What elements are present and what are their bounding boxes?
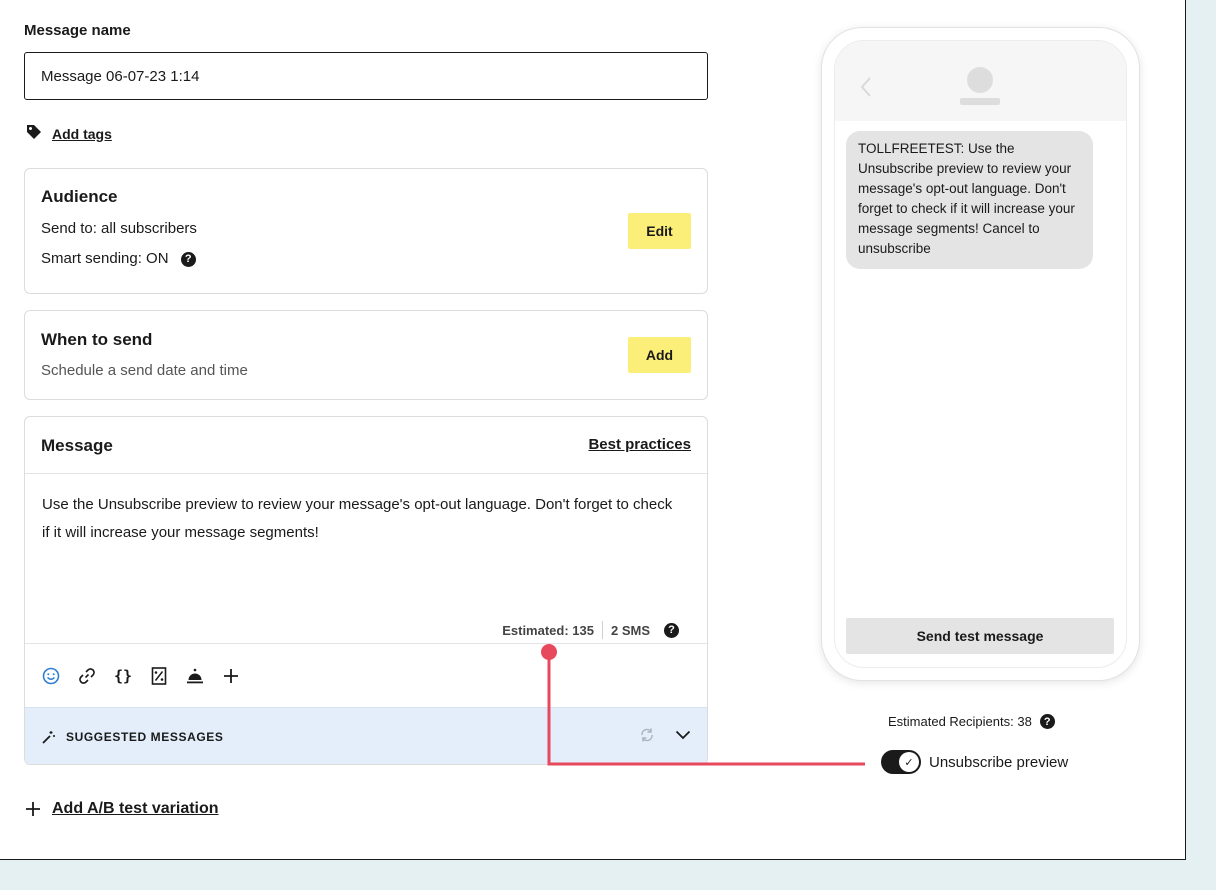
when-to-send-card: When to send Schedule a send date and ti… bbox=[24, 310, 708, 400]
phone-screen: TOLLFREETEST: Use the Unsubscribe previe… bbox=[834, 40, 1127, 668]
unsubscribe-preview-toggle[interactable]: ✓ bbox=[881, 750, 921, 774]
link-icon[interactable] bbox=[77, 666, 97, 686]
smart-sending-text: Smart sending: ON bbox=[41, 250, 169, 267]
sms-count: 2 SMS bbox=[610, 622, 650, 638]
tag-icon bbox=[26, 124, 42, 143]
phone-header bbox=[835, 41, 1126, 121]
divider bbox=[601, 621, 603, 639]
unsubscribe-preview-label: Unsubscribe preview bbox=[929, 753, 1069, 771]
message-title: Message bbox=[41, 436, 113, 455]
send-test-message-button[interactable]: Send test message bbox=[846, 618, 1114, 654]
checkmark-icon: ✓ bbox=[899, 752, 919, 772]
estimated-recipients-text: Estimated Recipients: 38 bbox=[888, 714, 1032, 729]
audience-card: Audience Send to: all subscribers Smart … bbox=[24, 168, 708, 294]
add-ab-test-button[interactable]: Add A/B test variation bbox=[24, 800, 219, 818]
back-chevron-icon bbox=[860, 76, 872, 98]
schedule-text: Schedule a send date and time bbox=[41, 362, 248, 379]
emoji-icon[interactable] bbox=[41, 666, 61, 686]
help-icon[interactable]: ? bbox=[1039, 714, 1055, 729]
page-panel: Message name Add tags Audience Send to: … bbox=[0, 0, 1186, 860]
message-textarea[interactable]: Use the Unsubscribe preview to review yo… bbox=[42, 491, 682, 547]
unsubscribe-preview-row: ✓ Unsubscribe preview bbox=[881, 750, 1068, 774]
send-to-text: Send to: all subscribers bbox=[41, 220, 197, 237]
suggested-messages-label: SUGGESTED MESSAGES bbox=[66, 730, 224, 744]
help-icon[interactable]: ? bbox=[664, 622, 679, 638]
message-name-label: Message name bbox=[24, 22, 131, 39]
contact-avatar-icon bbox=[960, 67, 1000, 105]
magic-wand-icon bbox=[41, 730, 56, 745]
best-practices-link[interactable]: Best practices bbox=[588, 436, 691, 453]
add-ab-test-label: Add A/B test variation bbox=[52, 800, 219, 817]
coupon-icon[interactable] bbox=[149, 666, 169, 686]
braces-icon[interactable]: {} bbox=[113, 666, 133, 686]
audience-title: Audience bbox=[41, 187, 118, 206]
estimated-recipients: Estimated Recipients: 38 ? bbox=[888, 714, 1055, 729]
add-tags-row[interactable]: Add tags bbox=[26, 124, 112, 143]
add-tags-link[interactable]: Add tags bbox=[52, 126, 112, 142]
message-bubble: TOLLFREETEST: Use the Unsubscribe previe… bbox=[846, 131, 1093, 269]
callout-dot bbox=[541, 644, 557, 660]
when-to-send-title: When to send bbox=[41, 330, 153, 349]
estimated-count: Estimated: 135 bbox=[502, 622, 594, 638]
plus-icon bbox=[24, 800, 42, 818]
help-icon[interactable]: ? bbox=[180, 251, 196, 267]
bell-icon[interactable] bbox=[185, 666, 205, 686]
phone-preview: TOLLFREETEST: Use the Unsubscribe previe… bbox=[822, 28, 1139, 680]
smart-sending-row: Smart sending: ON ? bbox=[41, 250, 196, 267]
edit-audience-button[interactable]: Edit bbox=[628, 213, 691, 249]
message-header: Message Best practices bbox=[25, 417, 707, 474]
plus-icon[interactable] bbox=[221, 666, 241, 686]
callout-annotation bbox=[541, 644, 865, 766]
message-name-input[interactable] bbox=[24, 52, 708, 100]
add-schedule-button[interactable]: Add bbox=[628, 337, 691, 373]
segment-counter: Estimated: 135 2 SMS ? bbox=[502, 621, 679, 639]
